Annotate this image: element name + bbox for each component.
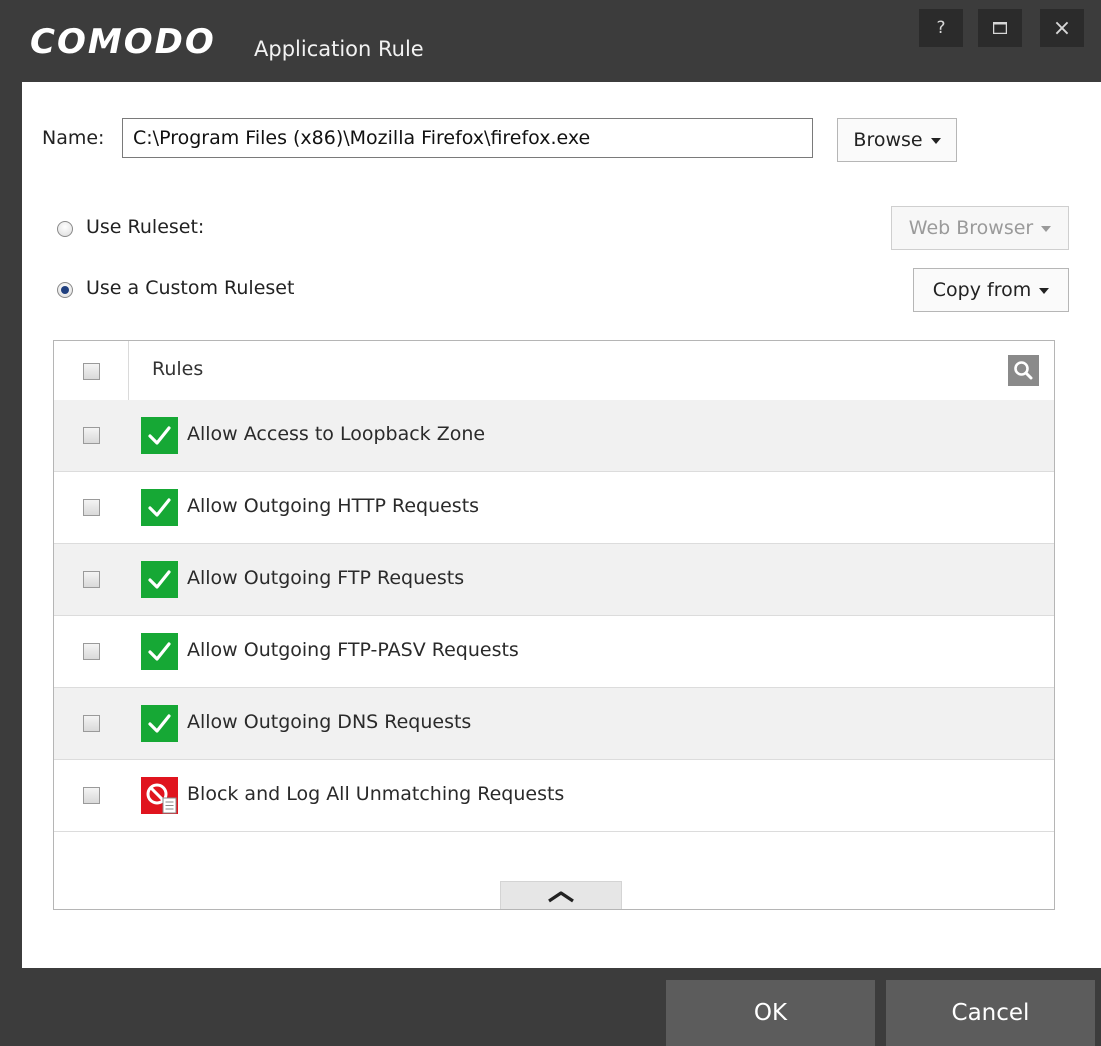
rules-table-header: Rules	[54, 341, 1054, 401]
row-checkbox[interactable]	[83, 715, 100, 732]
allow-check-icon	[141, 489, 178, 526]
dialog-title: Application Rule	[254, 37, 424, 61]
rule-label: Block and Log All Unmatching Requests	[187, 783, 565, 805]
allow-check-icon	[141, 705, 178, 742]
maximize-button[interactable]	[978, 9, 1022, 47]
search-icon	[1014, 361, 1033, 380]
chevron-down-icon	[1039, 288, 1050, 294]
rule-label: Allow Outgoing FTP Requests	[187, 567, 465, 589]
use-custom-ruleset-radio[interactable]	[57, 282, 73, 298]
application-rule-dialog: COMODO Application Rule ? × Name: Browse…	[0, 0, 1101, 1046]
row-checkbox[interactable]	[83, 787, 100, 804]
use-custom-ruleset-label: Use a Custom Ruleset	[86, 277, 295, 299]
title-bar[interactable]: COMODO Application Rule ? ×	[0, 0, 1101, 82]
rule-label: Allow Access to Loopback Zone	[187, 423, 486, 445]
name-field[interactable]	[122, 118, 813, 158]
name-label: Name:	[42, 127, 105, 149]
allow-check-icon	[141, 633, 178, 670]
table-row[interactable]: Allow Outgoing FTP Requests	[54, 544, 1054, 616]
use-ruleset-radio[interactable]	[57, 221, 73, 237]
rule-label: Allow Outgoing FTP-PASV Requests	[187, 639, 519, 661]
block-log-icon	[141, 777, 178, 814]
allow-check-icon	[141, 417, 178, 454]
maximize-icon	[993, 22, 1007, 34]
table-row[interactable]: Allow Outgoing DNS Requests	[54, 688, 1054, 760]
select-all-checkbox[interactable]	[83, 363, 100, 380]
copy-from-button[interactable]: Copy from	[913, 268, 1069, 312]
close-icon: ×	[1052, 15, 1072, 41]
rule-label: Allow Outgoing DNS Requests	[187, 711, 472, 733]
table-row[interactable]: Allow Outgoing HTTP Requests	[54, 472, 1054, 544]
header-divider	[128, 341, 129, 400]
table-row[interactable]: Allow Outgoing FTP-PASV Requests	[54, 616, 1054, 688]
row-checkbox[interactable]	[83, 427, 100, 444]
help-button[interactable]: ?	[919, 9, 963, 47]
close-button[interactable]: ×	[1040, 9, 1084, 47]
allow-check-icon	[141, 561, 178, 598]
cancel-button[interactable]: Cancel	[886, 980, 1095, 1046]
chevron-down-icon	[930, 138, 941, 144]
copy-from-label: Copy from	[932, 279, 1032, 301]
rule-label: Allow Outgoing HTTP Requests	[187, 495, 480, 517]
chevron-down-icon	[1041, 226, 1052, 232]
comodo-logo: COMODO	[30, 22, 216, 62]
collapse-toggle[interactable]	[500, 881, 622, 909]
ruleset-value: Web Browser	[908, 217, 1034, 239]
row-checkbox[interactable]	[83, 643, 100, 660]
dialog-content: Name: Browse Use Ruleset: Web Browser Us…	[22, 82, 1101, 968]
search-button[interactable]	[1008, 355, 1039, 386]
row-checkbox[interactable]	[83, 571, 100, 588]
use-ruleset-label: Use Ruleset:	[86, 216, 205, 238]
chevron-up-icon	[548, 891, 574, 903]
rules-column-header[interactable]: Rules	[152, 358, 203, 380]
rules-table: Rules Allow Access to Loopback Zone Allo…	[53, 340, 1055, 910]
ruleset-dropdown[interactable]: Web Browser	[891, 206, 1069, 250]
dialog-footer: OK Cancel	[0, 968, 1101, 1046]
table-row[interactable]: Block and Log All Unmatching Requests	[54, 760, 1054, 832]
ok-button[interactable]: OK	[666, 980, 875, 1046]
table-row[interactable]: Allow Access to Loopback Zone	[54, 400, 1054, 472]
row-checkbox[interactable]	[83, 499, 100, 516]
browse-button[interactable]: Browse	[837, 118, 957, 162]
help-icon: ?	[936, 18, 946, 38]
browse-label: Browse	[853, 129, 923, 151]
